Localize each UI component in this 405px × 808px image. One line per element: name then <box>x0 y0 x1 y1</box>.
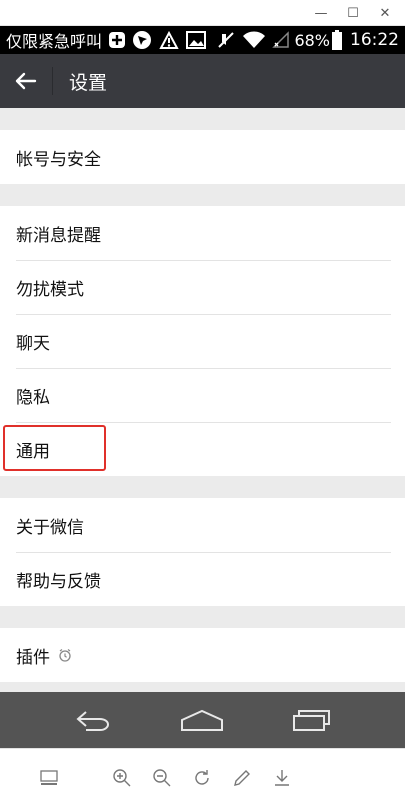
zoom-out-icon <box>153 769 171 787</box>
group-gap <box>0 476 405 498</box>
settings-group-account: 帐号与安全 <box>0 130 405 184</box>
settings-group-main: 新消息提醒 勿扰模式 聊天 隐私 通用 <box>0 206 405 476</box>
highlight-box <box>3 425 106 471</box>
page-title: 设置 <box>69 71 108 94</box>
group-gap <box>0 606 405 628</box>
settings-item-general[interactable]: 通用 <box>0 422 405 476</box>
settings-item-account-security[interactable]: 帐号与安全 <box>0 130 405 184</box>
app-bar-divider <box>52 67 53 95</box>
settings-group-about: 关于微信 帮助与反馈 <box>0 498 405 606</box>
settings-item-help-feedback[interactable]: 帮助与反馈 <box>0 552 405 606</box>
zoom-out-button[interactable] <box>150 766 174 790</box>
navigation-icon <box>132 30 152 50</box>
settings-item-about-wechat[interactable]: 关于微信 <box>0 498 405 552</box>
item-label: 新消息提醒 <box>16 225 101 246</box>
settings-group-plugins: 插件 <box>0 628 405 682</box>
image-icon <box>186 30 207 50</box>
layout-icon <box>40 770 58 785</box>
download-button[interactable] <box>270 766 294 790</box>
group-gap <box>0 108 405 130</box>
edit-button[interactable] <box>230 766 254 790</box>
item-label: 勿扰模式 <box>16 279 84 300</box>
window-title-bar: — ☐ ✕ <box>0 0 405 26</box>
back-nav-icon <box>76 711 110 731</box>
back-arrow-icon <box>15 72 37 90</box>
signal-icon <box>272 30 290 50</box>
rotate-icon <box>195 770 209 785</box>
settings-item-plugins[interactable]: 插件 <box>0 628 405 682</box>
item-label: 插件 <box>16 647 50 668</box>
item-label: 聊天 <box>16 333 50 354</box>
zoom-in-button[interactable] <box>110 766 134 790</box>
status-bar: 仅限紧急呼叫 68% 16:22 <box>0 26 405 54</box>
settings-item-notifications[interactable]: 新消息提醒 <box>0 206 405 260</box>
recent-apps-icon <box>292 710 330 731</box>
clock: 16:22 <box>350 30 399 50</box>
settings-list: 帐号与安全 新消息提醒 勿扰模式 聊天 隐私 通用 关于微信 帮助与反馈 插件 <box>0 108 405 692</box>
app-bar: 设置 <box>0 54 405 108</box>
settings-item-do-not-disturb[interactable]: 勿扰模式 <box>0 260 405 314</box>
settings-item-privacy[interactable]: 隐私 <box>0 368 405 422</box>
maximize-button[interactable]: ☐ <box>343 3 363 23</box>
status-right-group: 68% 16:22 <box>210 30 399 50</box>
item-label: 关于微信 <box>16 517 84 538</box>
wifi-icon <box>242 30 266 50</box>
nav-home-button[interactable] <box>177 700 227 740</box>
rotate-button[interactable] <box>190 766 214 790</box>
nav-recent-button[interactable] <box>286 700 336 740</box>
close-button[interactable]: ✕ <box>375 3 395 23</box>
plugin-status-icon <box>58 648 72 662</box>
minimize-button[interactable]: — <box>311 3 331 23</box>
plus-box-icon <box>108 30 126 50</box>
nav-back-button[interactable] <box>69 700 119 740</box>
layout-button[interactable] <box>37 766 61 790</box>
download-icon <box>275 770 289 786</box>
mute-icon <box>216 30 236 50</box>
battery-icon <box>332 30 342 50</box>
battery-percent: 68% <box>294 30 330 50</box>
alert-photo-icon <box>158 30 180 50</box>
zoom-in-icon <box>113 769 131 787</box>
group-gap <box>0 184 405 206</box>
carrier-text: 仅限紧急呼叫 <box>6 32 103 51</box>
back-button[interactable] <box>0 54 52 108</box>
item-label: 帐号与安全 <box>16 149 101 170</box>
settings-item-chat[interactable]: 聊天 <box>0 314 405 368</box>
viewer-toolbar <box>0 748 405 808</box>
item-label: 隐私 <box>16 387 50 408</box>
navigation-bar <box>0 692 405 748</box>
home-nav-icon <box>181 709 224 731</box>
item-label: 帮助与反馈 <box>16 571 101 592</box>
edit-icon <box>234 770 250 786</box>
